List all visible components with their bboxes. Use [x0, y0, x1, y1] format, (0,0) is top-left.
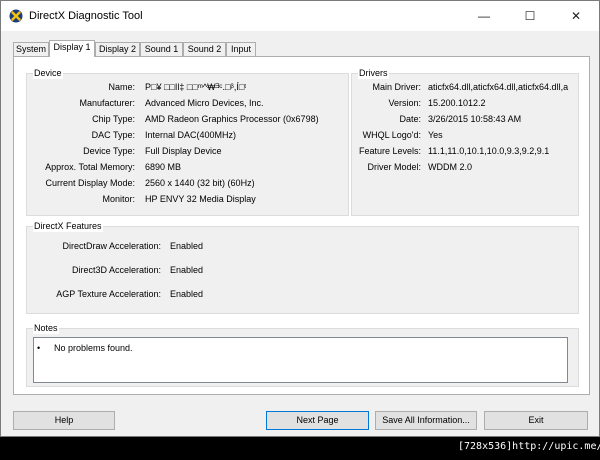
note-item: No problems found.: [54, 343, 133, 353]
device-name-label: Name:: [108, 82, 135, 92]
monitor-value: HP ENVY 32 Media Display: [145, 194, 256, 204]
device-type-label: Device Type:: [83, 146, 135, 156]
close-icon: ✕: [570, 9, 582, 23]
feature-levels-label: Feature Levels:: [358, 146, 421, 156]
chip-type-value: AMD Radeon Graphics Processor (0x6798): [145, 114, 319, 124]
main-driver-value: aticfx64.dll,aticfx64.dll,aticfx64.dll,a: [428, 82, 569, 92]
agp-texture-label: AGP Texture Acceleration:: [56, 289, 161, 299]
total-memory-label: Approx. Total Memory:: [45, 162, 135, 172]
display-mode-label: Current Display Mode:: [45, 178, 135, 188]
maximize-icon: ☐: [524, 9, 536, 23]
directx-features-group: DirectX Features DirectDraw Acceleration…: [26, 221, 579, 314]
tab-display-1[interactable]: Display 1: [49, 40, 95, 57]
whql-value: Yes: [428, 130, 443, 140]
tab-display-2[interactable]: Display 2: [95, 42, 140, 56]
date-value: 3/26/2015 10:58:43 AM: [428, 114, 522, 124]
window-title: DirectX Diagnostic Tool: [29, 10, 143, 22]
device-group-title: Device: [33, 68, 63, 79]
tab-sound-1[interactable]: Sound 1: [140, 42, 183, 56]
whql-label: WHQL Logo'd:: [362, 130, 421, 140]
minimize-button[interactable]: —: [461, 1, 507, 31]
total-memory-value: 6890 MB: [145, 162, 182, 172]
drivers-group: Drivers Main Driver: aticfx64.dll,aticfx…: [351, 68, 579, 216]
chip-type-label: Chip Type:: [92, 114, 135, 124]
dxdiag-window: DirectX Diagnostic Tool — ☐ ✕ System Dis…: [0, 0, 600, 437]
device-group: Device Name: P□¥ □□Il‡ □□ᵐ^₩ᴲᶜ.□ᵝ,Í□ᵗ Ma…: [26, 68, 349, 216]
device-type-value: Full Display Device: [145, 146, 222, 156]
save-all-information-button[interactable]: Save All Information...: [375, 411, 477, 430]
next-page-button[interactable]: Next Page: [266, 411, 369, 430]
maximize-button[interactable]: ☐: [507, 1, 553, 31]
tab-input[interactable]: Input: [226, 42, 256, 56]
exit-button[interactable]: Exit: [484, 411, 588, 430]
feature-levels-value: 11.1,11.0,10.1,10.0,9.3,9.2,9.1: [428, 146, 550, 156]
drivers-group-title: Drivers: [358, 68, 389, 79]
monitor-label: Monitor:: [102, 194, 135, 204]
tab-system[interactable]: System: [13, 42, 49, 56]
directdraw-label: DirectDraw Acceleration:: [62, 241, 161, 251]
dac-type-value: Internal DAC(400MHz): [145, 130, 237, 140]
notes-title: Notes: [33, 323, 59, 334]
version-label: Version:: [388, 98, 421, 108]
direct3d-value: Enabled: [170, 265, 204, 275]
date-label: Date:: [399, 114, 421, 124]
driver-model-value: WDDM 2.0: [428, 162, 473, 172]
main-driver-label: Main Driver:: [372, 82, 421, 92]
display-mode-value: 2560 x 1440 (32 bit) (60Hz): [145, 178, 255, 188]
manufacturer-label: Manufacturer:: [79, 98, 135, 108]
version-value: 15.200.1012.2: [428, 98, 486, 108]
notes-group: Notes • No problems found.: [26, 323, 579, 387]
direct3d-label: Direct3D Acceleration:: [71, 265, 161, 275]
agp-texture-value: Enabled: [170, 289, 204, 299]
directx-app-icon: [9, 9, 23, 23]
tab-sound-2[interactable]: Sound 2: [183, 42, 226, 56]
manufacturer-value: Advanced Micro Devices, Inc.: [145, 98, 264, 108]
device-name-value: P□¥ □□Il‡ □□ᵐ^₩ᴲᶜ.□ᵝ,Í□ᵗ: [145, 82, 247, 92]
notes-text-area[interactable]: • No problems found.: [33, 337, 568, 383]
dac-type-label: DAC Type:: [91, 130, 135, 140]
title-bar[interactable]: DirectX Diagnostic Tool — ☐ ✕: [1, 1, 599, 31]
note-bullet: •: [37, 343, 41, 353]
driver-model-label: Driver Model:: [367, 162, 421, 172]
close-button[interactable]: ✕: [553, 1, 599, 31]
directx-features-title: DirectX Features: [33, 221, 103, 232]
watermark-text: [728x536]http://upic.me/: [458, 441, 600, 452]
tab-panel-display-1: Device Name: P□¥ □□Il‡ □□ᵐ^₩ᴲᶜ.□ᵝ,Í□ᵗ Ma…: [13, 56, 590, 395]
minimize-icon: —: [478, 9, 490, 23]
help-button[interactable]: Help: [13, 411, 115, 430]
directdraw-value: Enabled: [170, 241, 204, 251]
